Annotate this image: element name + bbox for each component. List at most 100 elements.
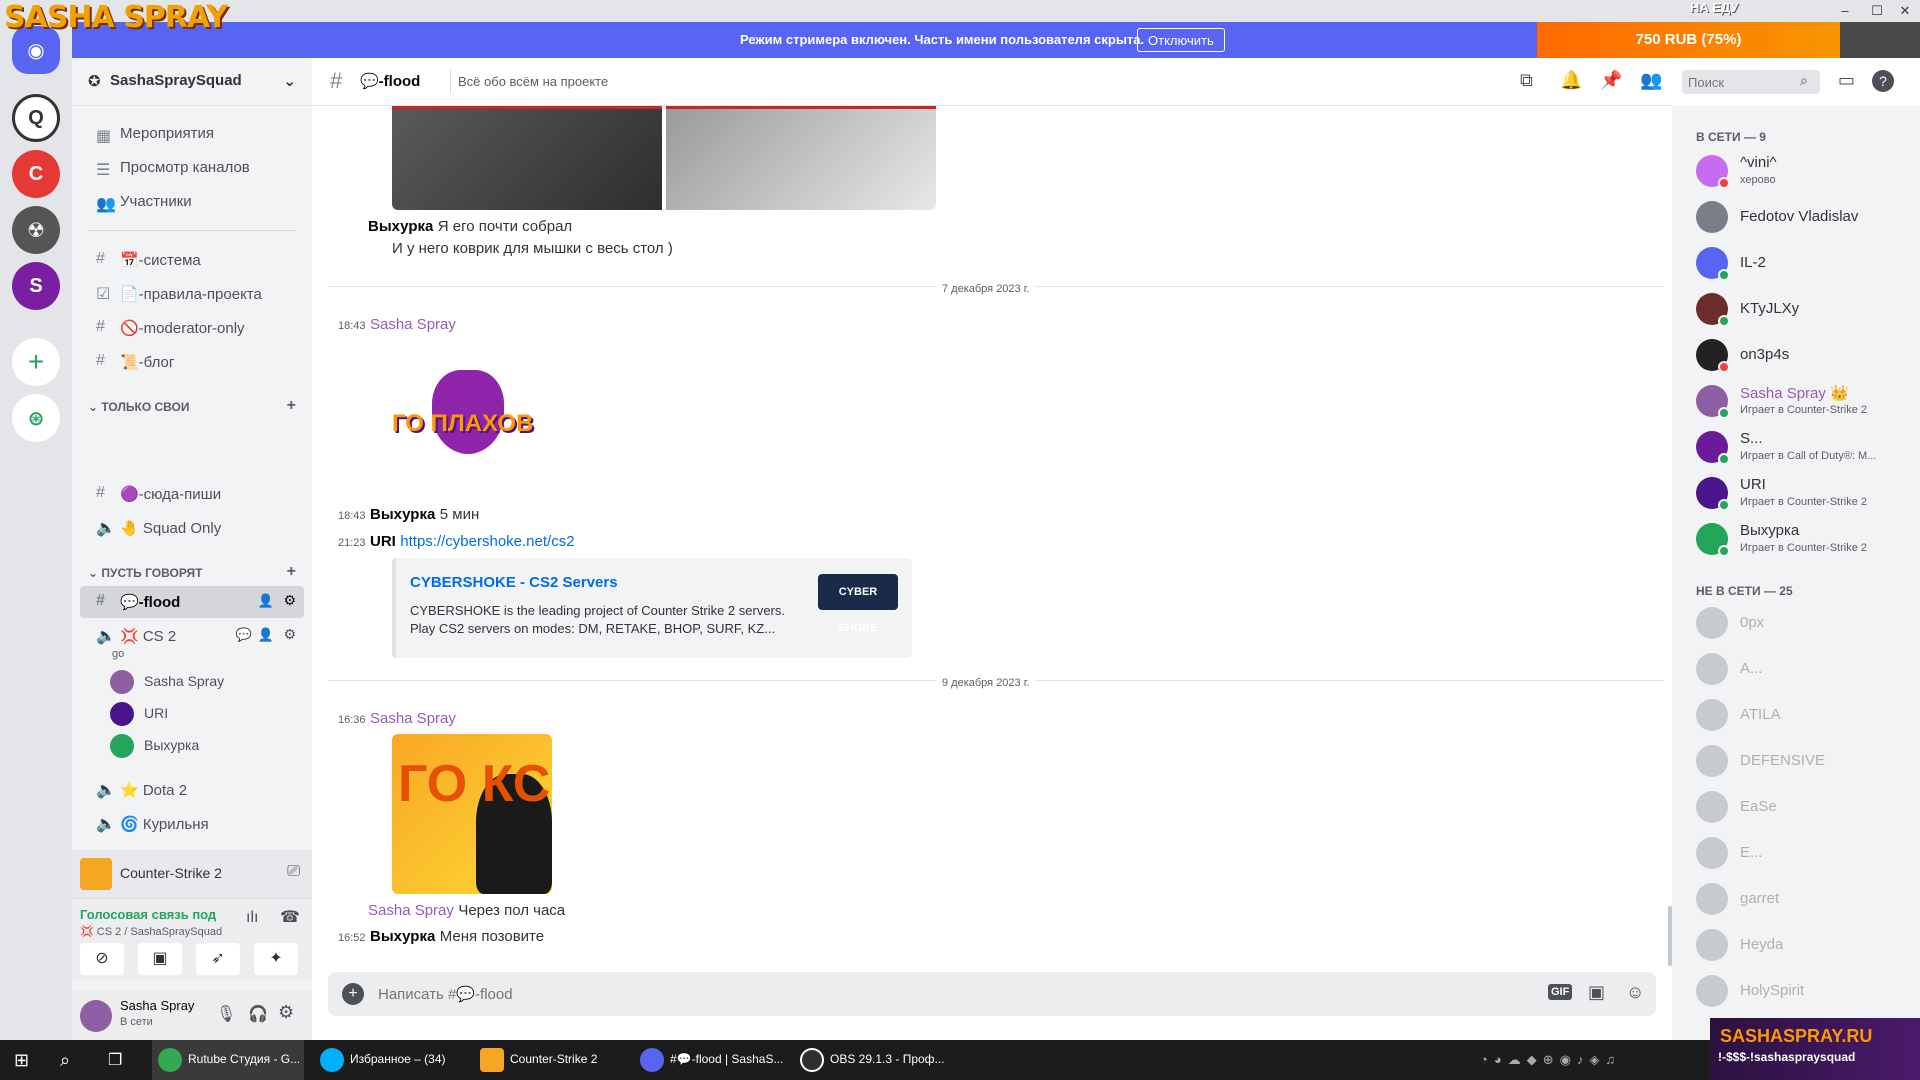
upload-icon[interactable]: + [342, 983, 364, 1005]
disconnect-icon[interactable]: ☎ [280, 907, 300, 927]
activity-panel[interactable]: Counter-Strike 2 ⎚ [72, 850, 312, 898]
message[interactable]: Sasha Spray Через пол часа [368, 902, 565, 920]
message-author[interactable]: Sasha Spray [368, 902, 454, 919]
sidebar-item-events[interactable]: ▦ Мероприятия [80, 118, 304, 150]
inbox-icon[interactable]: ▭ [1838, 70, 1855, 91]
explore-servers-icon[interactable]: ⊛ [12, 394, 60, 442]
headphones-icon[interactable]: 🎧 [248, 1004, 268, 1024]
help-icon[interactable]: ? [1872, 70, 1894, 92]
taskbar-app[interactable]: Rutube Студия - G... [152, 1040, 304, 1080]
camera-off-button[interactable]: ⊘ [80, 943, 124, 975]
taskbar-app[interactable]: Избранное – (34) [314, 1040, 466, 1080]
create-channel-icon[interactable]: + [287, 563, 296, 581]
server-radiation-icon[interactable]: ☢ [12, 206, 60, 254]
sticker[interactable]: ГО ПЛАХОВ [392, 370, 552, 462]
member-item-offline[interactable]: ATILA [1672, 692, 1920, 738]
member-item-offline[interactable]: Heyda [1672, 922, 1920, 968]
bell-icon[interactable]: 🔔 [1560, 70, 1582, 91]
message[interactable]: 16:52 Выхурка Меня позовите [338, 928, 544, 946]
system-tray-icons[interactable]: ◔◕☁◆⊕◉♪◈♫ [1480, 1052, 1621, 1068]
message-author[interactable]: Выхурка [368, 218, 433, 235]
message[interactable]: 18:43 Выхурка 5 мин [338, 506, 479, 524]
message[interactable]: Выхурка Я его почти собрал [368, 218, 572, 236]
minimize-button[interactable]: – [1830, 0, 1860, 22]
soundboard-button[interactable]: ✦ [254, 943, 298, 975]
member-item-offline[interactable]: garret [1672, 876, 1920, 922]
pin-icon[interactable]: 📌 [1600, 70, 1622, 91]
stream-icon[interactable]: ⎚ [287, 863, 300, 881]
member-item-offline[interactable]: A... [1672, 646, 1920, 692]
gear-icon[interactable]: ⚙ [283, 626, 296, 643]
embed-title[interactable]: CYBERSHOKE - CS2 Servers [410, 574, 618, 591]
screen-share-button[interactable]: ▣ [138, 943, 182, 975]
server-c-icon[interactable]: C [12, 150, 60, 198]
voice-channel-smoke[interactable]: 🔈 🌀 Курильня [80, 808, 304, 840]
gif-button[interactable]: GIF [1548, 984, 1573, 1000]
avatar[interactable] [80, 1000, 112, 1032]
maximize-button[interactable]: ☐ [1862, 0, 1892, 22]
server-header[interactable]: ✪ SashaSpraySquad ⌄ [72, 58, 312, 106]
voice-user[interactable]: Sasha Spray [110, 668, 224, 696]
task-view-icon[interactable]: ❐ [108, 1050, 122, 1070]
attachment-image[interactable] [666, 106, 936, 210]
message-author[interactable]: Выхурка [370, 506, 435, 523]
member-item[interactable]: IL-2 [1672, 240, 1920, 286]
attachment-image[interactable]: ГО КС [392, 734, 552, 894]
activities-button[interactable]: ➶ [196, 943, 240, 975]
server-q-icon[interactable]: Q [12, 94, 60, 142]
member-item[interactable]: KTyJLXy [1672, 286, 1920, 332]
attachment-image[interactable] [392, 106, 662, 210]
member-item[interactable]: S... Играет в Call of Duty®: M... [1672, 424, 1920, 470]
channel-syuda-pishi[interactable]: # 🟣-сюда-пиши [80, 478, 304, 510]
taskbar-app[interactable]: Counter-Strike 2 [474, 1040, 626, 1080]
message-author[interactable]: Выхурка [370, 928, 435, 945]
voice-channel-path[interactable]: 💢 CS 2 / SashaSpraySquad [80, 925, 222, 938]
sticker-icon[interactable]: ▣ [1588, 982, 1605, 1003]
username[interactable]: Sasha Spray [120, 998, 194, 1013]
create-channel-icon[interactable]: + [287, 397, 296, 415]
chat-bubble-icon[interactable]: 💬 [236, 627, 252, 643]
voice-channel-dota2[interactable]: 🔈 ⭐ Dota 2 [80, 774, 304, 806]
voice-user[interactable]: Выхурка [110, 732, 199, 760]
emoji-icon[interactable]: ☺ [1626, 982, 1644, 1003]
message[interactable]: 16:36 Sasha Spray [338, 710, 456, 728]
member-item[interactable]: Выхурка Играет в Counter-Strike 2 [1672, 516, 1920, 562]
close-button[interactable]: ✕ [1890, 0, 1920, 22]
message-input[interactable] [376, 978, 1416, 1010]
channel-system[interactable]: # 📅-система [80, 244, 304, 276]
member-item-offline[interactable]: EaSe [1672, 784, 1920, 830]
channel-blog[interactable]: # 📜-блог [80, 346, 304, 378]
message-author[interactable]: Sasha Spray [370, 316, 456, 333]
threads-icon[interactable]: ⧉ [1520, 70, 1533, 91]
member-item-offline[interactable]: 0px [1672, 600, 1920, 646]
channel-moderator-only[interactable]: # 🚫-moderator-only [80, 312, 304, 344]
channel-topic[interactable]: Всё обо всём на проекте [458, 74, 608, 89]
server-sashaspraysquad-icon[interactable]: S [12, 262, 60, 310]
member-item-offline[interactable]: E... [1672, 830, 1920, 876]
invite-icon[interactable]: 👤 [258, 593, 274, 609]
search-icon[interactable]: ⌕ [60, 1050, 70, 1071]
message-author[interactable]: Sasha Spray [370, 710, 456, 727]
message-author[interactable]: URI [370, 533, 396, 550]
add-server-icon[interactable]: + [12, 338, 60, 386]
member-item[interactable]: ^vini^ херово [1672, 148, 1920, 194]
voice-user[interactable]: URI [110, 700, 168, 728]
member-item[interactable]: Fedotov Vladislav [1672, 194, 1920, 240]
member-item[interactable]: on3p4s [1672, 332, 1920, 378]
channel-flood-active[interactable]: # 💬-flood 👤 ⚙ [80, 586, 304, 618]
embed-thumbnail[interactable]: CYBER SHOKE [818, 574, 898, 634]
message-link[interactable]: https://cybershoke.net/cs2 [400, 533, 574, 550]
message[interactable]: 18:43 Sasha Spray [338, 316, 456, 334]
member-list-icon[interactable]: 👥 [1640, 70, 1662, 91]
voice-status[interactable]: Голосовая связь под [80, 907, 216, 922]
channel-squad-only[interactable]: 🔈 🤚 Squad Only [80, 512, 304, 544]
member-item-offline[interactable]: HolySpirit [1672, 968, 1920, 1014]
member-item[interactable]: URI Играет в Counter-Strike 2 [1672, 470, 1920, 516]
noise-suppression-icon[interactable]: ılı [246, 909, 258, 927]
sidebar-item-members[interactable]: 👥 Участники [80, 186, 304, 218]
invite-icon[interactable]: 👤 [258, 627, 274, 643]
category-only-own[interactable]: ⌄ ТОЛЬКО СВОИ + [72, 397, 312, 420]
taskbar-app[interactable]: OBS 29.1.3 - Проф... [794, 1040, 946, 1080]
disable-streamer-mode-button[interactable]: Отключить [1137, 28, 1225, 52]
sidebar-item-browse-channels[interactable]: ☰ Просмотр каналов [80, 152, 304, 184]
